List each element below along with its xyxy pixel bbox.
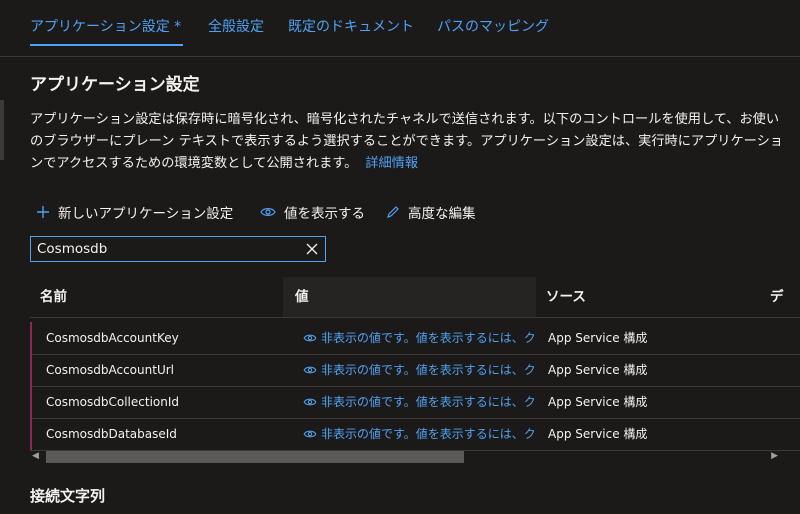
tab-general-settings[interactable]: 全般設定 <box>208 16 264 36</box>
connection-strings-title: 接続文字列 <box>30 487 106 505</box>
table-row[interactable]: CosmosdbDatabaseId 非表示の値です。値を表示するには、ク Ap… <box>30 418 800 451</box>
show-values-button[interactable]: 値を表示する <box>260 202 365 222</box>
eye-icon <box>303 430 317 438</box>
header-divider <box>30 317 800 318</box>
row-marker <box>30 322 32 354</box>
tab-divider <box>0 56 800 57</box>
hidden-value-link[interactable]: 非表示の値です。値を表示するには、ク <box>303 354 538 386</box>
row-marker <box>30 386 32 418</box>
hidden-value-link[interactable]: 非表示の値です。値を表示するには、ク <box>303 386 538 418</box>
advanced-edit-button[interactable]: 高度な編集 <box>386 202 476 222</box>
tab-path-mappings[interactable]: パスのマッピング <box>437 16 549 36</box>
eye-icon <box>303 334 317 342</box>
advanced-edit-label: 高度な編集 <box>408 206 476 222</box>
setting-source: App Service 構成 <box>548 363 648 377</box>
eye-icon <box>303 366 317 374</box>
pencil-icon <box>387 206 399 218</box>
hidden-value-text: 非表示の値です。値を表示するには、ク <box>321 331 536 345</box>
app-settings-page: アプリケーション設定 * 全般設定 既定のドキュメント パスのマッピング アプリ… <box>0 0 800 514</box>
tab-default-documents[interactable]: 既定のドキュメント <box>288 16 414 36</box>
new-app-setting-label: 新しいアプリケーション設定 <box>58 206 234 222</box>
learn-more-link[interactable]: 詳細情報 <box>365 156 418 171</box>
section-title: アプリケーション設定 <box>30 75 200 95</box>
hidden-value-text: 非表示の値です。値を表示するには、ク <box>321 363 536 377</box>
hidden-value-link[interactable]: 非表示の値です。値を表示するには、ク <box>303 322 538 354</box>
left-scroll-indicator <box>0 100 4 160</box>
row-marker <box>30 354 32 386</box>
eye-icon <box>303 398 317 406</box>
scrollbar-thumb[interactable] <box>46 451 464 463</box>
setting-source: App Service 構成 <box>548 331 648 345</box>
column-header-name[interactable]: 名前 <box>40 277 67 317</box>
table-row[interactable]: CosmosdbAccountUrl 非表示の値です。値を表示するには、ク Ap… <box>30 354 800 387</box>
eye-icon <box>260 208 276 216</box>
tab-bar: アプリケーション設定 * 全般設定 既定のドキュメント パスのマッピング <box>0 0 800 50</box>
new-app-setting-button[interactable]: 新しいアプリケーション設定 <box>36 202 233 222</box>
scroll-right-icon[interactable]: ▶ <box>771 451 778 461</box>
table-row[interactable]: CosmosdbAccountKey 非表示の値です。値を表示するには、ク Ap… <box>30 322 800 355</box>
column-header-value[interactable]: 値 <box>295 277 309 317</box>
table-row[interactable]: CosmosdbCollectionId 非表示の値です。値を表示するには、ク … <box>30 386 800 419</box>
row-marker <box>30 418 32 450</box>
setting-name: CosmosdbDatabaseId <box>46 427 177 441</box>
setting-source: App Service 構成 <box>548 427 648 441</box>
filter-box <box>30 236 326 262</box>
setting-name: CosmosdbAccountUrl <box>46 363 174 377</box>
value-column-highlight <box>283 277 536 317</box>
plus-icon <box>37 206 49 218</box>
hidden-value-text: 非表示の値です。値を表示するには、ク <box>321 395 536 409</box>
setting-source: App Service 構成 <box>548 395 648 409</box>
column-header-source[interactable]: ソース <box>546 277 586 317</box>
hidden-value-text: 非表示の値です。値を表示するには、ク <box>321 427 536 441</box>
close-icon[interactable] <box>305 242 319 256</box>
scroll-left-icon[interactable]: ◀ <box>32 451 39 461</box>
show-values-label: 値を表示する <box>284 206 365 222</box>
active-tab-indicator <box>30 44 183 46</box>
toolbar: 新しいアプリケーション設定 値を表示する 高度な編集 <box>36 202 796 226</box>
filter-input[interactable] <box>31 237 301 261</box>
hidden-value-link[interactable]: 非表示の値です。値を表示するには、ク <box>303 418 538 450</box>
section-description: アプリケーション設定は保存時に暗号化され、暗号化されたチャネルで送信されます。以… <box>30 109 790 175</box>
column-header-extra[interactable]: デ <box>770 277 784 317</box>
horizontal-scrollbar[interactable]: ◀ ▶ <box>30 448 780 466</box>
setting-name: CosmosdbAccountKey <box>46 331 179 345</box>
setting-name: CosmosdbCollectionId <box>46 395 180 409</box>
table-header: 名前 値 ソース デ <box>30 277 800 317</box>
tab-app-settings[interactable]: アプリケーション設定 * <box>30 16 181 36</box>
